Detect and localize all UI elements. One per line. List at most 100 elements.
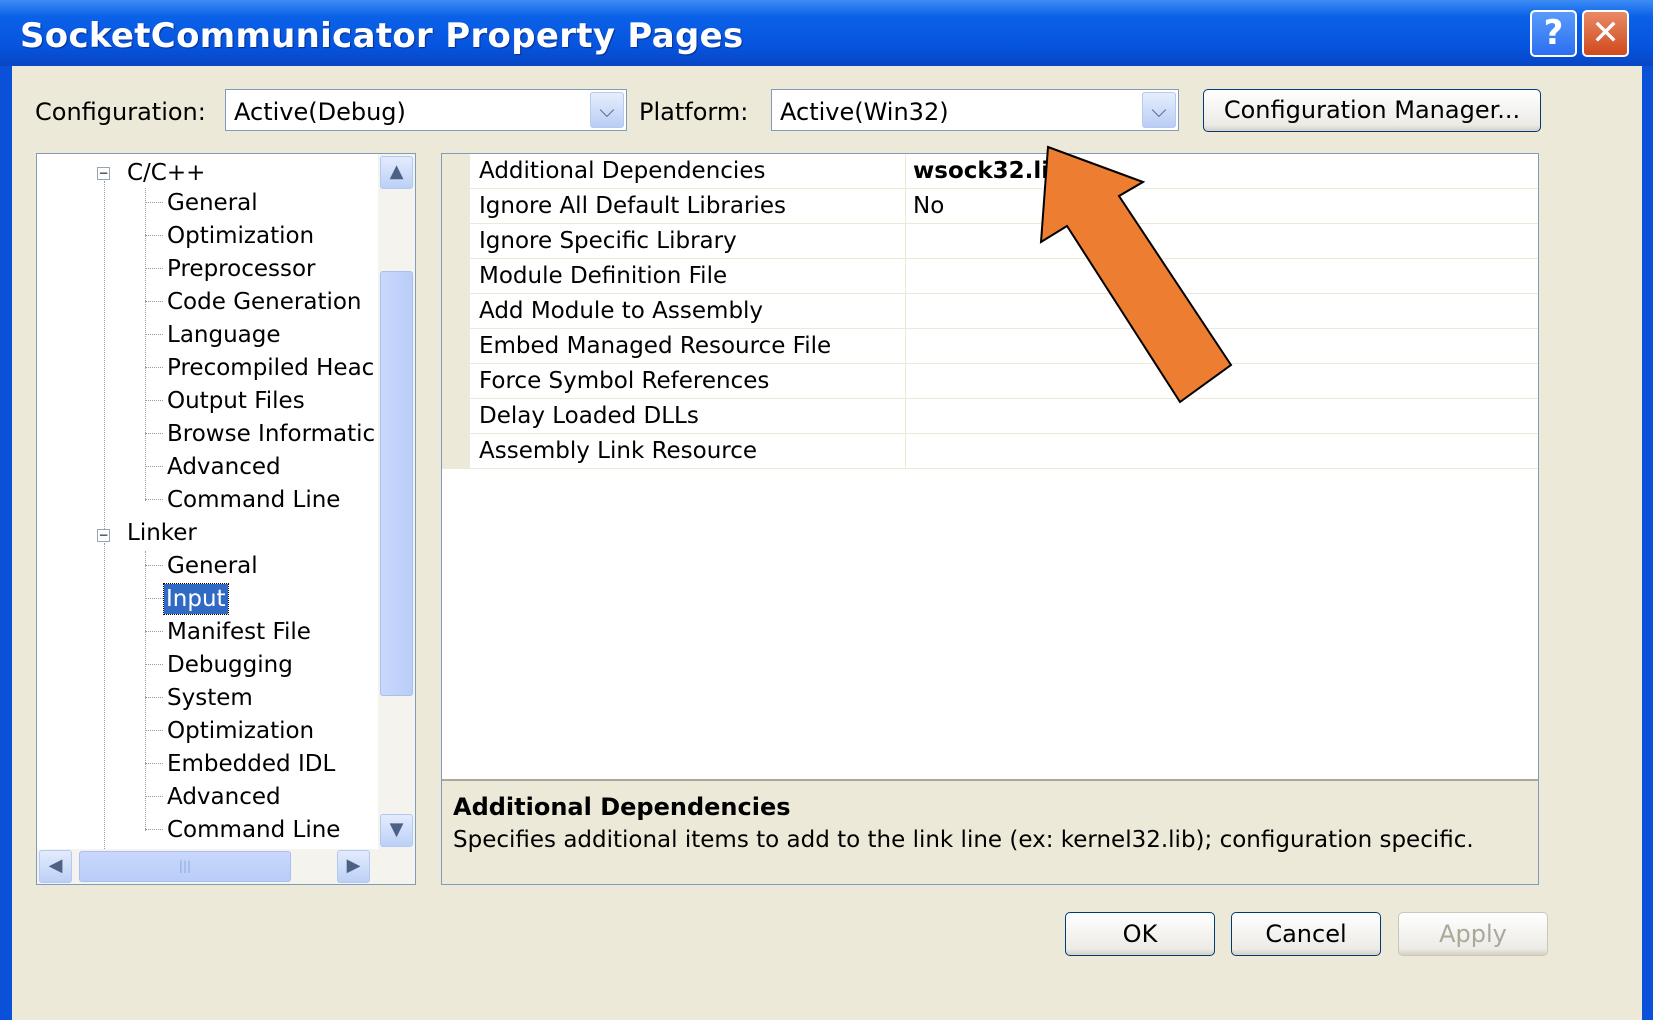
property-row[interactable]: Delay Loaded DLLs xyxy=(442,399,1538,434)
row-gutter xyxy=(442,329,470,364)
scroll-right-icon[interactable]: ▶ xyxy=(337,850,370,883)
tree-connector xyxy=(145,631,163,632)
tree-vertical-scrollbar[interactable]: ▲ ▼ xyxy=(378,154,415,849)
tree-connector xyxy=(145,565,163,566)
tree-connector xyxy=(104,543,105,853)
ok-button[interactable]: OK xyxy=(1065,912,1215,956)
row-gutter xyxy=(442,259,470,294)
tree-connector xyxy=(145,551,146,831)
property-name: Additional Dependencies xyxy=(479,158,766,184)
tree-connector xyxy=(145,730,163,731)
tree-item-cpp-command-line[interactable]: Command Line xyxy=(167,485,340,515)
tree-item-linker-optimization[interactable]: Optimization xyxy=(167,716,314,746)
column-separator xyxy=(905,189,906,224)
scroll-up-icon[interactable]: ▲ xyxy=(380,156,413,189)
property-name: Force Symbol References xyxy=(479,368,770,394)
column-separator xyxy=(905,259,906,294)
collapse-icon[interactable]: − xyxy=(97,167,110,180)
tree-connector xyxy=(145,301,163,302)
configuration-value: Active(Debug) xyxy=(234,98,406,126)
configuration-manager-button[interactable]: Configuration Manager... xyxy=(1203,89,1541,132)
property-value[interactable]: wsock32.lib xyxy=(913,158,1066,184)
tree-connector xyxy=(145,499,163,500)
tree-connector xyxy=(104,181,105,531)
tree-item-linker-debugging[interactable]: Debugging xyxy=(167,650,293,680)
title-bar[interactable]: SocketCommunicator Property Pages ? ✕ xyxy=(0,0,1653,66)
scroll-down-icon[interactable]: ▼ xyxy=(380,814,413,847)
tree-item-cpp-precompiled-headers[interactable]: Precompiled Heac xyxy=(167,353,374,383)
help-button[interactable]: ? xyxy=(1530,10,1577,57)
property-row[interactable]: Additional Dependencies wsock32.lib xyxy=(442,154,1538,189)
tree-item-cpp-advanced[interactable]: Advanced xyxy=(167,452,281,482)
apply-button[interactable]: Apply xyxy=(1398,912,1548,956)
property-row[interactable]: Embed Managed Resource File xyxy=(442,329,1538,364)
tree-item-cpp-browse-information[interactable]: Browse Informatic xyxy=(167,419,375,449)
property-name: Delay Loaded DLLs xyxy=(479,403,699,429)
property-name: Ignore All Default Libraries xyxy=(479,193,786,219)
property-name: Module Definition File xyxy=(479,263,728,289)
row-gutter xyxy=(442,224,470,259)
property-row[interactable]: Module Definition File xyxy=(442,259,1538,294)
tree-item-linker-input[interactable]: Input xyxy=(163,583,229,615)
description-text: Specifies additional items to add to the… xyxy=(453,827,1474,853)
tree-connector xyxy=(145,433,163,434)
property-row[interactable]: Ignore All Default Libraries No xyxy=(442,189,1538,224)
tree-item-linker-command-line[interactable]: Command Line xyxy=(167,815,340,845)
configuration-label-text: Configuration: xyxy=(35,98,206,126)
column-separator xyxy=(905,434,906,469)
platform-label-text: Platform: xyxy=(639,98,749,126)
tree-connector xyxy=(145,796,163,797)
property-value[interactable]: No xyxy=(913,193,944,219)
property-row[interactable]: Ignore Specific Library xyxy=(442,224,1538,259)
tree-connector xyxy=(145,598,163,599)
configuration-label: Configuration: xyxy=(35,98,206,126)
scrollbar-thumb[interactable] xyxy=(380,271,413,696)
column-separator xyxy=(905,399,906,434)
tree-group-linker[interactable]: Linker xyxy=(127,518,197,548)
tree-item-cpp-code-generation[interactable]: Code Generation xyxy=(167,287,362,317)
property-row[interactable]: Assembly Link Resource xyxy=(442,434,1538,469)
cancel-button[interactable]: Cancel xyxy=(1231,912,1381,956)
property-row[interactable]: Force Symbol References xyxy=(442,364,1538,399)
scrollbar-thumb[interactable]: ||| xyxy=(79,851,291,882)
tree-item-cpp-optimization[interactable]: Optimization xyxy=(167,221,314,251)
chevron-down-icon[interactable]: ⌵ xyxy=(1142,92,1176,128)
platform-combobox[interactable]: Active(Win32) ⌵ xyxy=(771,89,1179,131)
tree-connector xyxy=(145,202,163,203)
tree-item-linker-embedded-idl[interactable]: Embedded IDL xyxy=(167,749,335,779)
close-button[interactable]: ✕ xyxy=(1582,10,1629,57)
tree-item-linker-system[interactable]: System xyxy=(167,683,253,713)
tree-connector xyxy=(145,334,163,335)
tree-horizontal-scrollbar[interactable]: ◀ ||| ▶ xyxy=(37,849,415,884)
tree-item-cpp-language[interactable]: Language xyxy=(167,320,281,350)
chevron-down-icon[interactable]: ⌵ xyxy=(590,92,624,128)
collapse-icon[interactable]: − xyxy=(97,529,110,542)
tree-connector xyxy=(145,268,163,269)
tree-connector xyxy=(145,763,163,764)
tree-connector xyxy=(145,367,163,368)
tree-item-linker-manifest-file[interactable]: Manifest File xyxy=(167,617,311,647)
tree-connector xyxy=(145,697,163,698)
row-gutter xyxy=(442,434,470,469)
tree-group-cpp[interactable]: C/C++ xyxy=(127,158,205,188)
tree-item-cpp-general[interactable]: General xyxy=(167,188,258,218)
tree-item-linker-general[interactable]: General xyxy=(167,551,258,581)
tree-connector xyxy=(145,466,163,467)
description-title: Additional Dependencies xyxy=(453,793,791,821)
column-separator xyxy=(905,154,906,189)
configuration-combobox[interactable]: Active(Debug) ⌵ xyxy=(225,89,627,131)
platform-value: Active(Win32) xyxy=(780,98,949,126)
scroll-left-icon[interactable]: ◀ xyxy=(39,850,72,883)
property-row[interactable]: Add Module to Assembly xyxy=(442,294,1538,329)
property-pages-window: SocketCommunicator Property Pages ? ✕ Co… xyxy=(0,0,1653,1020)
column-separator xyxy=(905,224,906,259)
tree-item-cpp-output-files[interactable]: Output Files xyxy=(167,386,305,416)
property-name: Ignore Specific Library xyxy=(479,228,737,254)
row-gutter xyxy=(442,189,470,224)
property-name: Assembly Link Resource xyxy=(479,438,758,464)
tree-item-cpp-preprocessor[interactable]: Preprocessor xyxy=(167,254,315,284)
tree-item-linker-advanced[interactable]: Advanced xyxy=(167,782,281,812)
property-tree[interactable]: − C/C++ General Optimization Preprocesso… xyxy=(36,153,416,885)
row-gutter xyxy=(442,399,470,434)
column-separator xyxy=(905,329,906,364)
